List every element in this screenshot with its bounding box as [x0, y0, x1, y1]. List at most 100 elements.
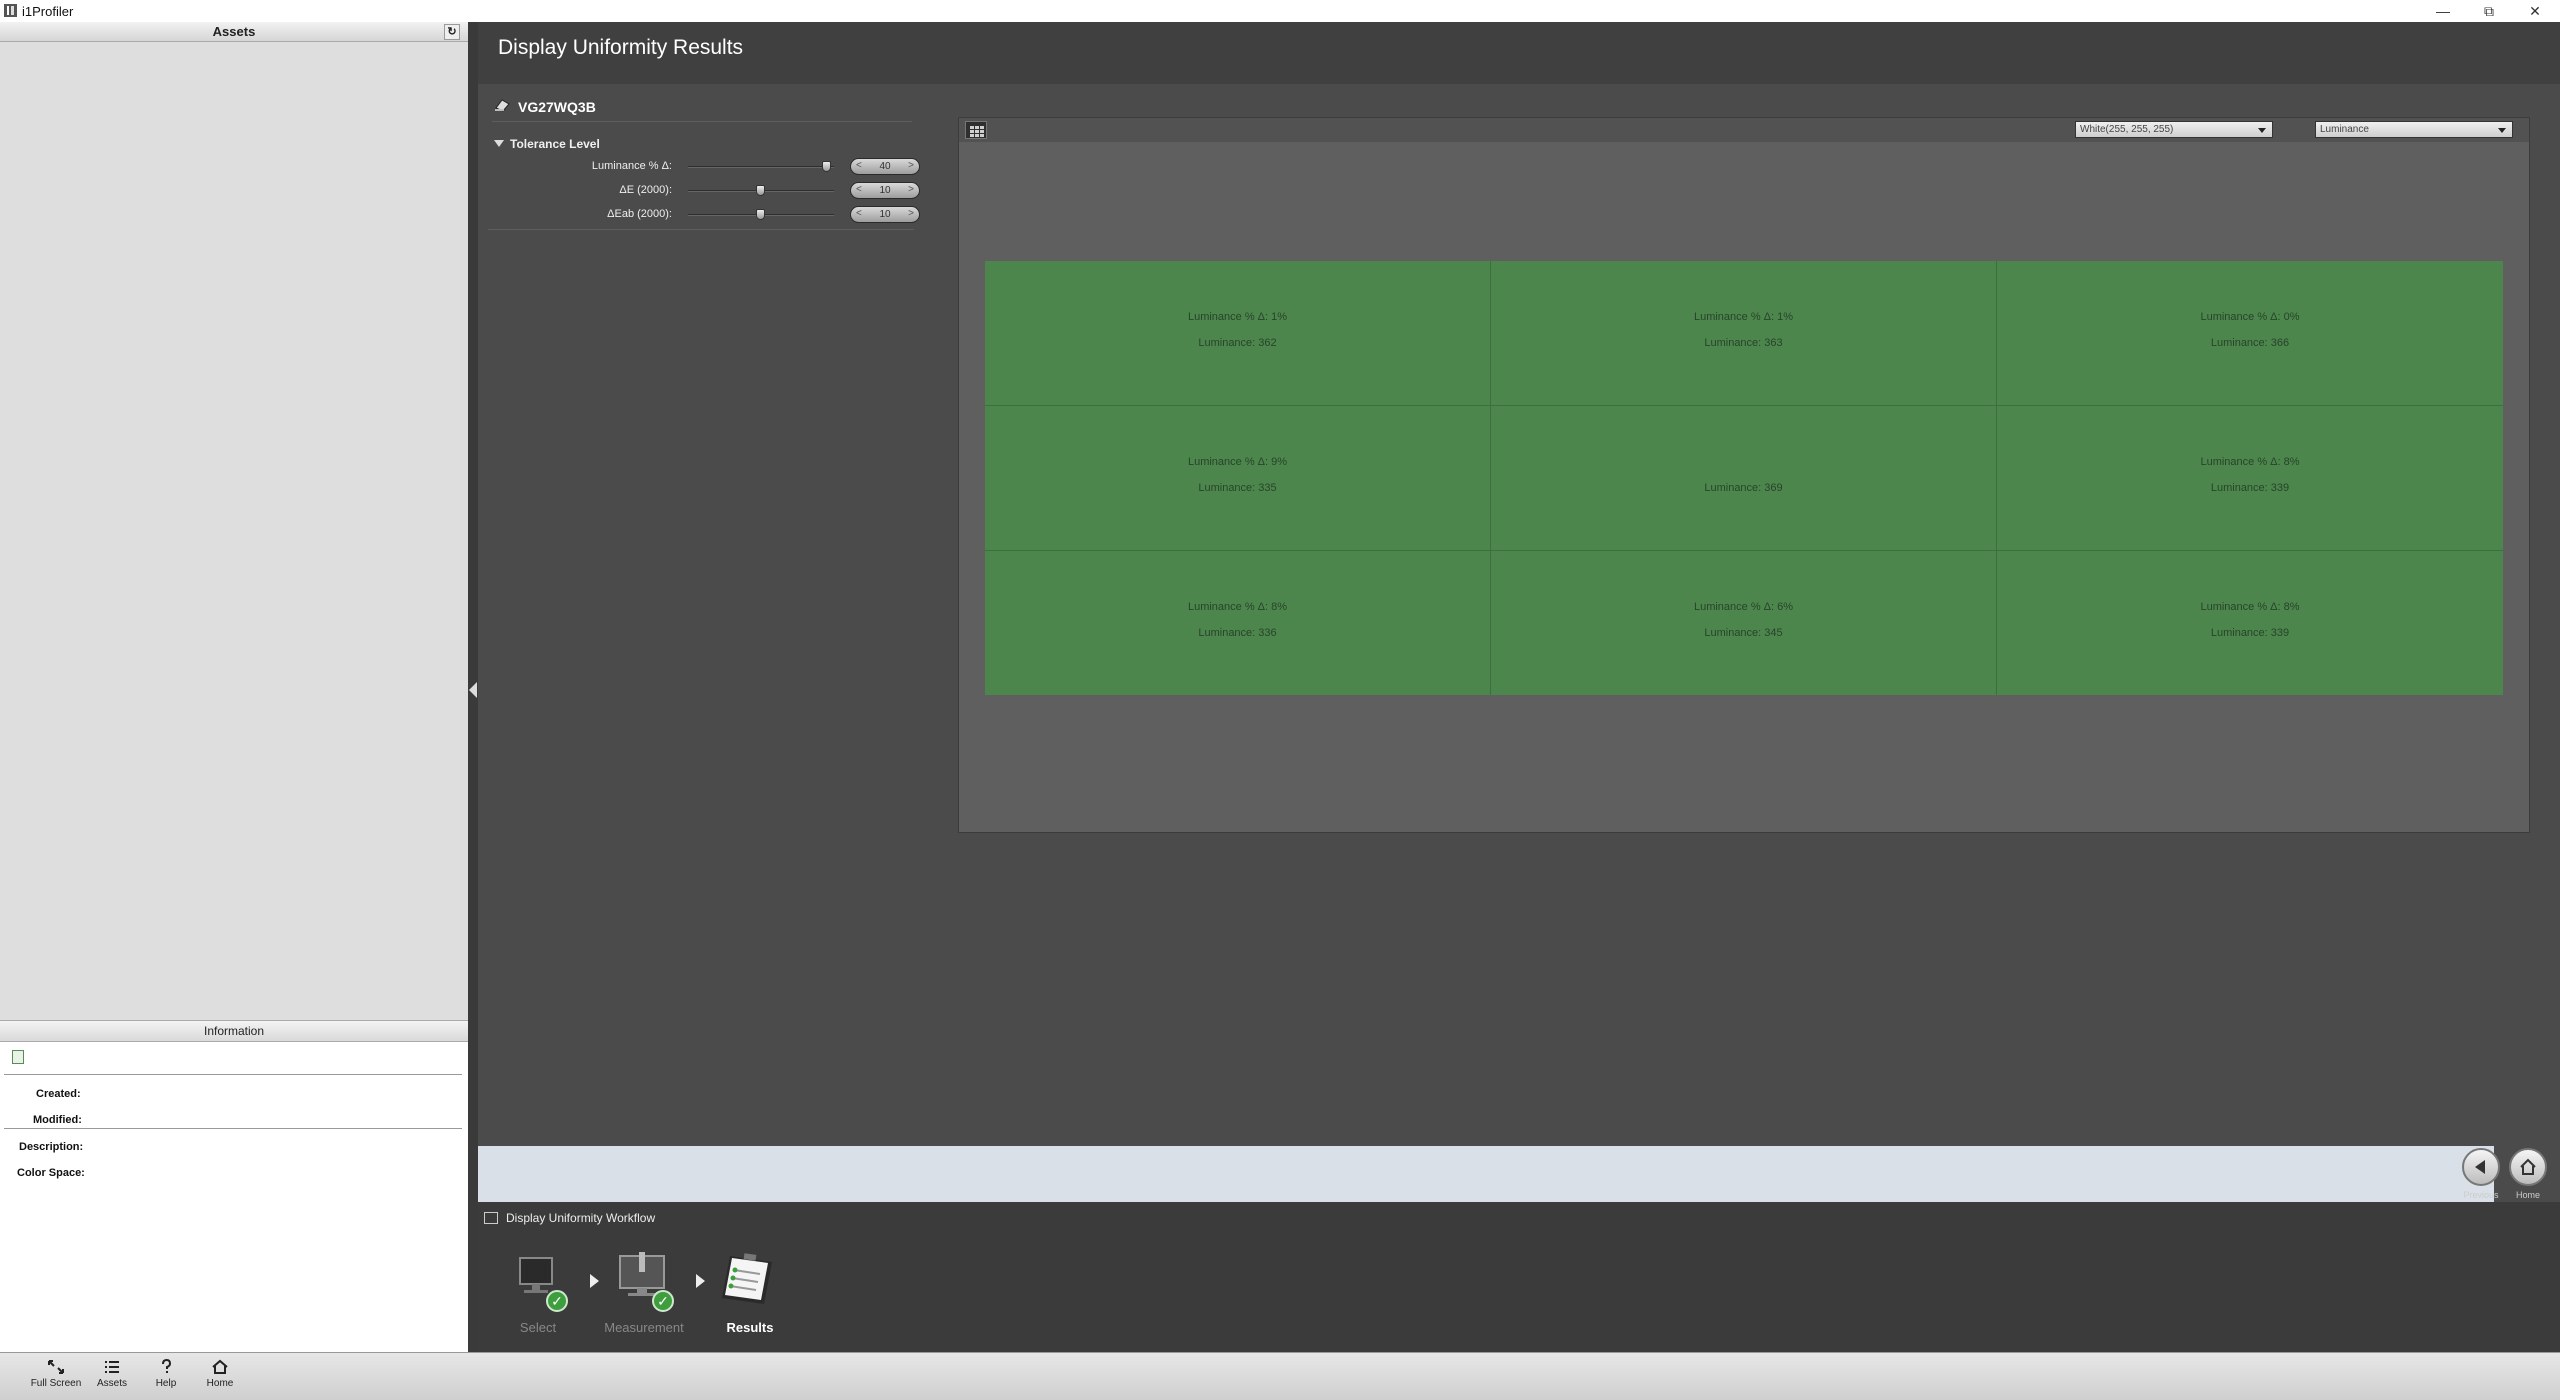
metric-select[interactable]: Luminance	[2315, 121, 2513, 138]
divider	[4, 1074, 462, 1075]
fullscreen-button[interactable]: Full Screen	[28, 1357, 84, 1397]
luminance-value: Luminance: 369	[1704, 482, 1783, 494]
luminance-value: Luminance: 339	[2210, 482, 2290, 494]
previous-button[interactable]	[2462, 1148, 2500, 1186]
document-icon	[12, 1050, 24, 1064]
luminance-value: Luminance: 345	[1704, 627, 1783, 639]
grid-cell: Luminance % Δ: 1% Luminance: 363	[1491, 261, 1996, 405]
color-select[interactable]: White(255, 255, 255)	[2075, 121, 2273, 138]
check-icon: ✓	[546, 1290, 568, 1312]
increment-icon[interactable]: >	[908, 184, 914, 195]
assets-header-label: Assets	[212, 24, 256, 39]
step-arrow-icon	[590, 1274, 599, 1288]
pane-splitter[interactable]	[468, 22, 478, 1352]
title-bar: i1Profiler — ⧉ ✕	[0, 0, 2560, 22]
divider	[488, 229, 914, 230]
description-label: Description:	[19, 1141, 84, 1153]
grid-cell: Luminance % Δ: 8% Luminance: 339	[1997, 406, 2503, 550]
monitor-icon	[484, 1212, 498, 1224]
tolerance-row-deab2000: ΔEab (2000): < 10 >	[492, 206, 920, 224]
luminance-delta: Luminance % Δ: 8%	[1187, 601, 1288, 613]
home-nav-button[interactable]	[2509, 1148, 2547, 1186]
increment-icon[interactable]: >	[908, 208, 914, 219]
luminance-delta: Luminance % Δ: 1%	[1187, 311, 1288, 323]
grid-cell: Luminance % Δ: 1% Luminance: 362	[985, 261, 1490, 405]
navigation-strip	[478, 1146, 2494, 1202]
device-name: VG27WQ3B	[518, 99, 596, 115]
tolerance-row-luminance: Luminance % Δ: < 40 >	[492, 158, 920, 176]
metric-select-value: Luminance	[2320, 124, 2369, 135]
luminance-delta: Luminance % Δ: 9%	[1187, 456, 1288, 468]
close-button[interactable]: ✕	[2512, 0, 2558, 22]
tolerance-spinner[interactable]: < 10 >	[850, 182, 920, 199]
expand-triangle-icon[interactable]	[494, 140, 504, 147]
tolerance-value[interactable]: 10	[869, 209, 901, 220]
assets-label: Assets	[96, 1378, 127, 1389]
luminance-delta: Luminance % Δ: 8%	[2200, 456, 2300, 468]
results-toolbar: White(255, 255, 255) Luminance	[959, 118, 2529, 142]
home-icon	[2520, 1158, 2536, 1175]
slider-thumb[interactable]	[821, 161, 831, 172]
decrement-icon[interactable]: <	[856, 160, 862, 171]
assets-header: Assets ↻	[0, 22, 468, 42]
app-icon	[4, 4, 17, 17]
slider-thumb[interactable]	[756, 185, 765, 196]
divider	[4, 1128, 462, 1129]
collapse-arrow-icon[interactable]	[469, 682, 477, 698]
workflow-title: Display Uniformity Workflow	[506, 1211, 656, 1225]
left-pane: Assets ↻ Information Created: Modified: …	[0, 22, 468, 1352]
results-panel: White(255, 255, 255) Luminance Luminance…	[958, 117, 2530, 833]
luminance-value: Luminance: 362	[1198, 337, 1277, 349]
decrement-icon[interactable]: <	[856, 208, 862, 219]
tolerance-name: ΔE (2000):	[619, 184, 672, 196]
workflow-panel: Display Uniformity Workflow ✓ Select ✓ M…	[478, 1202, 2560, 1352]
help-button[interactable]: Help	[138, 1357, 194, 1397]
home-button[interactable]: Home	[192, 1357, 248, 1397]
chevron-down-icon	[2258, 128, 2266, 133]
window-title: i1Profiler	[22, 4, 74, 19]
list-icon	[105, 1361, 119, 1373]
color-space-label: Color Space:	[17, 1167, 85, 1179]
decrement-icon[interactable]: <	[856, 184, 862, 195]
luminance-delta: Luminance % Δ: 6%	[1693, 601, 1794, 613]
assets-list[interactable]	[0, 42, 468, 1020]
tolerance-name: Luminance % Δ:	[591, 160, 672, 172]
slider-thumb[interactable]	[756, 209, 765, 220]
minimize-button[interactable]: —	[2420, 0, 2466, 22]
chevron-down-icon	[2498, 128, 2506, 133]
tolerance-value[interactable]: 40	[869, 161, 901, 172]
luminance-delta: Luminance % Δ: 1%	[1693, 311, 1794, 323]
check-icon: ✓	[652, 1290, 674, 1312]
step-select[interactable]: ✓ Select	[498, 1252, 578, 1342]
step-results[interactable]: Results	[710, 1252, 790, 1342]
luminance-delta: Luminance % Δ: 0%	[2200, 311, 2300, 323]
tolerance-value[interactable]: 10	[869, 185, 901, 196]
information-header: Information	[0, 1020, 468, 1042]
grid-cell: Luminance % Δ: 0% Luminance: 366	[1997, 261, 2503, 405]
luminance-value: Luminance: 336	[1198, 627, 1277, 639]
tolerance-slider[interactable]	[688, 166, 834, 168]
tolerance-spinner[interactable]: < 10 >	[850, 206, 920, 223]
fullscreen-icon	[48, 1360, 64, 1374]
grid-cell: Luminance % Δ: 8% Luminance: 336	[985, 551, 1490, 695]
grid-view-button[interactable]	[965, 121, 987, 139]
step-measurement[interactable]: ✓ Measurement	[604, 1252, 684, 1342]
fullscreen-label: Full Screen	[30, 1378, 82, 1389]
tolerance-level-toggle[interactable]: Tolerance Level	[492, 136, 912, 154]
device-icon	[495, 99, 510, 112]
page-title: Display Uniformity Results	[498, 36, 744, 59]
grid-icon	[970, 126, 984, 137]
tolerance-spinner[interactable]: < 40 >	[850, 158, 920, 175]
step-arrow-icon	[696, 1274, 705, 1288]
step-label: Select	[519, 1320, 557, 1335]
luminance-delta: Luminance % Δ: 8%	[2200, 601, 2300, 613]
modified-label: Modified:	[33, 1114, 82, 1126]
color-select-value: White(255, 255, 255)	[2080, 124, 2174, 135]
tolerance-row-de2000: ΔE (2000): < 10 >	[492, 182, 920, 200]
increment-icon[interactable]: >	[908, 160, 914, 171]
assets-button[interactable]: Assets	[84, 1357, 140, 1397]
grid-cell: Luminance % Δ: 6% Luminance: 345	[1491, 551, 1996, 695]
restore-button[interactable]: ⧉	[2466, 0, 2512, 22]
step-label: Measurement	[604, 1320, 684, 1335]
refresh-icon[interactable]: ↻	[444, 24, 460, 40]
